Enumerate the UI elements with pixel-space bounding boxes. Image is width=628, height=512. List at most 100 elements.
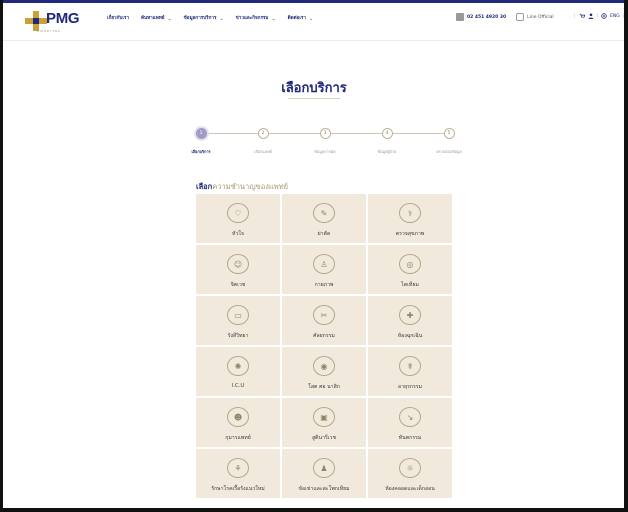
- specialty-label: ศัลยกรรม: [313, 333, 335, 339]
- foot-icon: ♙: [313, 254, 335, 274]
- cart-icon[interactable]: [579, 13, 585, 19]
- xray-icon: ▭: [227, 305, 249, 325]
- line-official-link[interactable]: Line Official: [527, 15, 553, 20]
- surgery-icon: ✂: [313, 305, 335, 325]
- step-number: 1: [195, 128, 207, 139]
- chevron-down-icon: ⌄: [271, 15, 276, 22]
- divider: |: [596, 13, 599, 19]
- step-number: 3: [319, 128, 331, 139]
- specialty-label: ตรวจสุขภาพ: [395, 231, 425, 237]
- nav-item-news[interactable]: ข่าวและกิจกรรม ⌄: [236, 15, 276, 22]
- step-number: 4: [381, 128, 393, 139]
- chevron-down-icon: ⌄: [308, 15, 314, 22]
- knee-icon: ♟: [313, 458, 335, 478]
- specialty-label: ไตเทียม: [401, 282, 419, 288]
- specialty-card[interactable]: ♡ หัวใจ: [196, 194, 280, 243]
- specialty-label: รักษาโรคเรื้อรังแนวใหม่: [211, 486, 265, 492]
- globe-icon: [601, 13, 607, 19]
- site-header: PMG HOSPITAL เกี่ยวกับเรา ค้นหาแพทย์ ⌄ ข้…: [3, 3, 624, 41]
- divider: |: [622, 13, 625, 19]
- specialty-card[interactable]: ⚕ ตรวจสุขภาพ: [368, 194, 452, 243]
- page-title: เลือกบริการ: [281, 81, 347, 96]
- pmg-logo[interactable]: PMG HOSPITAL: [25, 9, 85, 35]
- specialty-card[interactable]: ⚘ รักษาโรคเรื้อรังแนวใหม่: [196, 449, 280, 498]
- specialty-grid: ♡ หัวใจ ✎ ผ่าตัด ⚕ ตรวจสุขภาพ ☺ จิตเวช ♙ กายภาพ ◎ ไ…: [196, 194, 452, 498]
- specialty-label: I.C.U: [231, 383, 245, 389]
- specialty-label: อายุรกรรม: [398, 384, 422, 390]
- step-number: 2: [257, 128, 269, 139]
- ent-icon: ◉: [313, 356, 335, 376]
- specialty-card[interactable]: ↘ ทันตกรรม: [368, 398, 452, 447]
- newborn-icon: ☼: [399, 458, 421, 478]
- specialty-card[interactable]: ☻ กุมารแพทย์: [196, 398, 280, 447]
- logo-cross-icon: [25, 11, 47, 31]
- baby-icon: ☻: [227, 407, 249, 427]
- phone-number[interactable]: 02 451 4920 30: [467, 15, 506, 20]
- specialty-card[interactable]: ✚ ห้องฉุกเฉิน: [368, 296, 452, 345]
- virus-icon: ✺: [227, 356, 249, 376]
- step-3: 3 ข้อมูลการนัด: [300, 128, 350, 155]
- specialty-card[interactable]: ✂ ศัลยกรรม: [282, 296, 366, 345]
- specialty-card[interactable]: ◎ ไตเทียม: [368, 245, 452, 294]
- specialty-card[interactable]: ◉ โสต ศอ นาสิก: [282, 347, 366, 396]
- specialty-label: กุมารแพทย์: [225, 435, 251, 441]
- specialty-label: ข้อเข่าและสะโพกเทียม: [298, 486, 350, 492]
- booking-stepper: 1 เลือกบริการ 2 เลือกแพทย์ 3 ข้อมูลการนัด 4…: [176, 128, 476, 164]
- specialty-label: กายภาพ: [314, 282, 334, 288]
- specialty-card[interactable]: ♙ กายภาพ: [282, 245, 366, 294]
- step-1: 1 เลือกบริการ: [176, 128, 226, 155]
- dental-icon: ↘: [399, 407, 421, 427]
- step-label: เลือกแพทย์: [254, 149, 272, 154]
- specialty-label: สูตินารีเวช: [312, 435, 336, 441]
- nav-item-about[interactable]: เกี่ยวกับเรา: [107, 15, 129, 22]
- chevron-down-icon: ⌄: [167, 15, 172, 22]
- specialty-card[interactable]: ✎ ผ่าตัด: [282, 194, 366, 243]
- logo-subtext: HOSPITAL: [37, 29, 62, 33]
- specialty-label: จิตเวช: [230, 282, 246, 288]
- header-tools: | | ENG |: [574, 13, 624, 19]
- specialty-label: ผ่าตัด: [317, 231, 331, 237]
- specialty-card[interactable]: ☺ จิตเวช: [196, 245, 280, 294]
- logo-text: PMG: [46, 10, 80, 27]
- user-icon[interactable]: [588, 13, 594, 19]
- chronic-care-icon: ⚘: [227, 458, 249, 478]
- step-label: ข้อมูลผู้ป่วย: [377, 149, 397, 154]
- step-5: 5 ตรวจสอบข้อมูล: [424, 128, 474, 155]
- specialty-label: ห้องฉุกเฉิน: [397, 333, 423, 339]
- heart-icon: ♡: [227, 203, 249, 223]
- divider: |: [574, 13, 576, 19]
- specialty-label: โสต ศอ นาสิก: [308, 384, 340, 390]
- specialty-card[interactable]: ♟ ข้อเข่าและสะโพกเทียม: [282, 449, 366, 498]
- step-label: ตรวจสอบข้อมูล: [436, 149, 462, 154]
- specialty-card[interactable]: ✺ I.C.U: [196, 347, 280, 396]
- stethoscope-icon: ⚕: [399, 203, 421, 223]
- step-label: เลือกบริการ: [191, 149, 211, 154]
- specialty-label: ทันตกรรม: [398, 435, 422, 441]
- specialty-label: รังสีวิทยา: [227, 333, 249, 339]
- chevron-down-icon: ⌄: [219, 15, 224, 22]
- specialty-card[interactable]: ▣ สูตินารีเวช: [282, 398, 366, 447]
- contact-info: 02 451 4920 30 Line Official: [456, 13, 554, 21]
- nav-item-services[interactable]: ข้อมูลการบริการ ⌄: [184, 15, 224, 22]
- title-underline: [288, 98, 340, 99]
- specialty-card[interactable]: ☤ อายุรกรรม: [368, 347, 452, 396]
- step-number: 5: [443, 128, 455, 139]
- step-2: 2 เลือกแพทย์: [238, 128, 288, 155]
- section-heading: เลือกความชำนาญของแพทย์: [196, 182, 289, 191]
- kidney-icon: ◎: [399, 254, 421, 274]
- specialty-card[interactable]: ▭ รังสีวิทยา: [196, 296, 280, 345]
- internal-medicine-icon: ☤: [399, 356, 421, 376]
- main-nav: เกี่ยวกับเรา ค้นหาแพทย์ ⌄ ข้อมูลการบริการ…: [107, 15, 325, 22]
- nav-item-find-doctor[interactable]: ค้นหาแพทย์ ⌄: [141, 15, 172, 22]
- step-4: 4 ข้อมูลผู้ป่วย: [362, 128, 412, 155]
- specialty-label: หัวใจ: [232, 231, 244, 237]
- language-switch[interactable]: ENG: [610, 14, 620, 19]
- nav-item-contact[interactable]: ติดต่อเรา ⌄: [288, 15, 314, 22]
- specialty-card[interactable]: ☼ ห้องคลอดและเด็กอ่อน: [368, 449, 452, 498]
- ambulance-icon: ✚: [399, 305, 421, 325]
- line-icon: [516, 13, 525, 21]
- brain-icon: ☺: [227, 254, 249, 274]
- phone-icon: [456, 13, 464, 21]
- step-label: ข้อมูลการนัด: [314, 149, 336, 154]
- specialty-label: ห้องคลอดและเด็กอ่อน: [385, 486, 435, 492]
